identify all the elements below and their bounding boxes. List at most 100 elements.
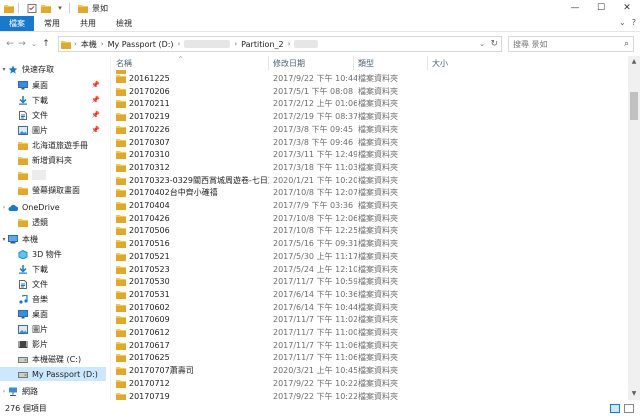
tab-home[interactable]: 常用 [34,16,70,31]
sidebar-item-5[interactable]: 北海道旅遊手冊 [0,138,106,152]
file-type: 檔案資料夾 [358,150,398,160]
chevron-icon[interactable]: › [0,204,8,211]
scrollbar-thumb[interactable] [630,92,638,120]
file-type: 檔案資料夾 [358,162,398,172]
breadcrumb-redacted[interactable] [184,40,231,48]
table-row[interactable]: 20170617 2017/11/7 下午 11:06 檔案資料夾 [112,339,628,352]
back-button[interactable]: ← [4,39,16,49]
breadcrumb-redacted[interactable] [294,40,319,48]
chevron-icon[interactable]: ▾ [0,236,8,243]
details-view-icon[interactable] [610,404,620,413]
sidebar-item-3[interactable]: 文件 📌 [0,108,106,122]
table-row[interactable]: 20170226 2017/3/8 下午 09:45 檔案資料夾 [112,123,628,136]
breadcrumb-this-pc[interactable]: 本機 [81,39,97,50]
table-row[interactable]: 20170426 2017/10/8 下午 12:06 檔案資料夾 [112,212,628,225]
help-button[interactable]: ? [632,18,636,27]
sidebar-item-11[interactable]: ▾ 本機 [0,232,106,246]
sidebar-item-12[interactable]: 3D 物件 [0,247,106,261]
file-type: 檔案資料夾 [358,391,398,401]
pin-icon[interactable]: 📌 [91,111,100,119]
sidebar-item-1[interactable]: 桌面 📌 [0,78,106,92]
new-folder-icon[interactable] [41,4,51,13]
table-row[interactable]: 20170310 2017/3/11 下午 12:49 檔案資料夾 [112,148,628,161]
table-row[interactable]: 20170530 2017/11/7 下午 10:59 檔案資料夾 [112,275,628,288]
sidebar-item-14[interactable]: 文件 [0,277,106,291]
column-header-size[interactable]: 大小 [428,56,488,70]
table-row[interactable]: 20170609 2017/11/7 下午 11:02 檔案資料夾 [112,313,628,326]
large-icons-view-icon[interactable] [624,404,634,413]
table-row[interactable]: 20170531 2017/6/14 下午 10:36 檔案資料夾 [112,288,628,301]
sidebar-item-13[interactable]: 下載 [0,262,106,276]
sidebar-item-19[interactable]: 本機磁碟 (C:) [0,352,106,366]
maximize-button[interactable]: ☐ [588,0,614,16]
sidebar-item-6[interactable]: 新增資料夾 [0,153,106,167]
sidebar-item-20[interactable]: My Passport (D:) [0,367,106,381]
table-row[interactable]: 20170516 2017/5/16 下午 09:31 檔案資料夾 [112,237,628,250]
sidebar-item-8[interactable]: 螢幕擷取畫面 [0,183,106,197]
sidebar-item-15[interactable]: 音樂 [0,292,106,306]
folder-icon [18,186,28,195]
close-button[interactable]: ✕ [614,0,640,16]
search-input[interactable]: 搜尋 景如 ⌕ [508,36,634,52]
column-header-date[interactable]: 修改日期 [269,56,354,70]
chevron-down-icon[interactable]: ⌄ [479,40,485,48]
chevron-icon[interactable]: ▾ [0,66,8,73]
scroll-up-arrow-icon[interactable]: ▲ [628,56,640,68]
tab-share[interactable]: 共用 [70,16,106,31]
sidebar-item-2[interactable]: 下載 📌 [0,93,106,107]
scroll-down-arrow-icon[interactable]: ▼ [628,388,640,400]
table-row[interactable]: 20170312 2017/3/18 下午 11:03 檔案資料夾 [112,161,628,174]
table-row[interactable]: 20170521 2017/5/30 上午 11:17 檔案資料夾 [112,250,628,263]
table-row[interactable]: 20170602 2017/6/14 下午 10:44 檔案資料夾 [112,301,628,314]
sidebar-item-9[interactable]: › OneDrive [0,200,106,214]
column-header-name[interactable]: 名稱 [112,56,269,70]
sidebar-item-4[interactable]: 圖片 📌 [0,123,106,137]
divider[interactable] [110,56,111,400]
table-row[interactable]: 20170402台中齊小確禧 2017/10/8 下午 12:07 檔案資料夾 [112,186,628,199]
chevron-down-icon[interactable]: ▾ [55,4,65,13]
sidebar-item-16[interactable]: 桌面 [0,307,106,321]
chevron-icon[interactable]: › [0,388,8,395]
window-title: 景如 [92,3,108,13]
table-row[interactable]: 20170612 2017/11/7 下午 11:00 檔案資料夾 [112,326,628,339]
table-row[interactable]: 20170719 2017/9/22 下午 10:22 檔案資料夾 [112,390,628,401]
folder-icon[interactable] [4,4,14,13]
table-row[interactable]: 20170404 2017/7/9 下午 03:36 檔案資料夾 [112,199,628,212]
up-button[interactable]: ↑ [40,39,52,49]
table-row[interactable]: 20170307 2017/3/8 下午 09:46 檔案資料夾 [112,136,628,149]
column-header-type[interactable]: 類型 [354,56,428,70]
sidebar-item-21[interactable]: › 網路 [0,384,106,398]
recent-locations-button[interactable]: ⌄ [28,40,40,48]
ribbon-expand-button[interactable]: ⌄ [619,18,626,27]
pin-icon[interactable]: 📌 [91,81,100,89]
sidebar-item-18[interactable]: 影片 [0,337,106,351]
table-row[interactable]: 20170206 2017/5/1 下午 08:08 檔案資料夾 [112,85,628,98]
refresh-icon[interactable]: ↻ [490,39,498,49]
table-row[interactable]: 20170707蕭壽司 2020/3/21 上午 10:45 檔案資料夾 [112,364,628,377]
file-name: 20170612 [129,328,170,337]
table-row[interactable]: 20170523 2017/5/24 上午 12:10 檔案資料夾 [112,263,628,276]
table-row[interactable]: 20170625 2017/11/7 下午 11:06 檔案資料夾 [112,351,628,364]
tab-view[interactable]: 檢視 [106,16,142,31]
pin-icon[interactable]: 📌 [91,126,100,134]
pin-icon[interactable]: 📌 [91,96,100,104]
sidebar-item-10[interactable]: 透鏡 [0,215,106,229]
file-type: 檔案資料夾 [358,302,398,312]
table-row[interactable]: 20170219 2017/2/19 下午 08:37 檔案資料夾 [112,110,628,123]
tab-file[interactable]: 檔案 [0,16,34,31]
sidebar-item-17[interactable]: 圖片 [0,322,106,336]
table-row[interactable]: 20170506 2017/10/8 下午 12:25 檔案資料夾 [112,224,628,237]
sidebar-item-0[interactable]: ▾ 快速存取 [0,62,106,76]
table-row[interactable]: 20161225 2017/9/22 下午 10:44 檔案資料夾 [112,72,628,85]
minimize-button[interactable]: — [562,0,588,16]
address-bar[interactable]: › 本機 › My Passport (D:) › › Partition_2 … [58,36,502,52]
forward-button[interactable]: → [16,39,28,49]
properties-icon[interactable] [27,3,37,13]
breadcrumb-partition[interactable]: Partition_2 [241,40,283,49]
breadcrumb-drive[interactable]: My Passport (D:) [108,40,174,49]
sidebar-item-7[interactable] [0,168,106,182]
vertical-scrollbar[interactable]: ▲ ▼ [628,56,640,400]
table-row[interactable]: 20170323-0329關西賞城周遊卷-七日京... 2020/1/21 下午 … [112,174,628,187]
table-row[interactable]: 20170712 2017/9/22 下午 10:22 檔案資料夾 [112,377,628,390]
table-row[interactable]: 20170211 2017/2/12 上午 01:06 檔案資料夾 [112,97,628,110]
